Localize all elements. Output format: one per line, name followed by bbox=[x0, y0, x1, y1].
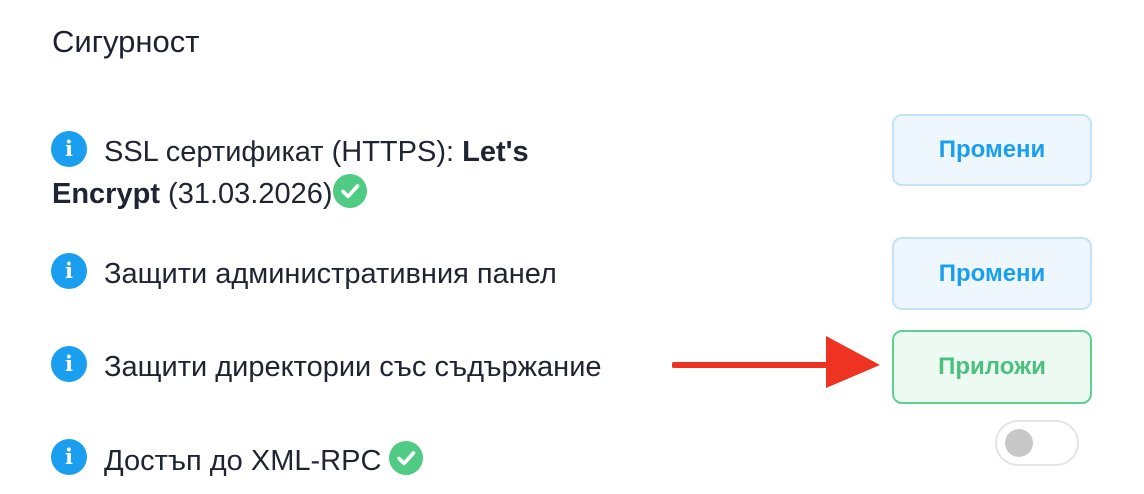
xmlrpc-toggle[interactable] bbox=[995, 420, 1079, 466]
info-icon[interactable]: i bbox=[51, 131, 87, 167]
info-icon[interactable]: i bbox=[51, 439, 87, 475]
info-icon[interactable]: i bbox=[51, 253, 87, 289]
info-icon[interactable]: i bbox=[51, 346, 87, 382]
admin-panel-label: Защити административния панел bbox=[104, 258, 557, 290]
ssl-label-line1: SSL сертификат (HTTPS): Let's bbox=[104, 136, 529, 168]
ssl-change-button[interactable]: Промени bbox=[892, 114, 1092, 186]
admin-panel-change-button[interactable]: Промени bbox=[892, 237, 1092, 310]
check-circle-icon bbox=[332, 174, 367, 209]
check-circle-icon bbox=[389, 441, 424, 476]
content-dirs-apply-button[interactable]: Приложи bbox=[892, 330, 1092, 404]
xmlrpc-label: Достъп до XML-RPC bbox=[104, 440, 424, 482]
content-dirs-label: Защити директории със съдържание bbox=[104, 351, 602, 383]
security-section-title: Сигурност bbox=[52, 24, 200, 59]
toggle-knob bbox=[1005, 429, 1033, 457]
red-arrow-annotation bbox=[672, 336, 880, 388]
ssl-label-line2: Encrypt (31.03.2026) bbox=[52, 173, 367, 215]
